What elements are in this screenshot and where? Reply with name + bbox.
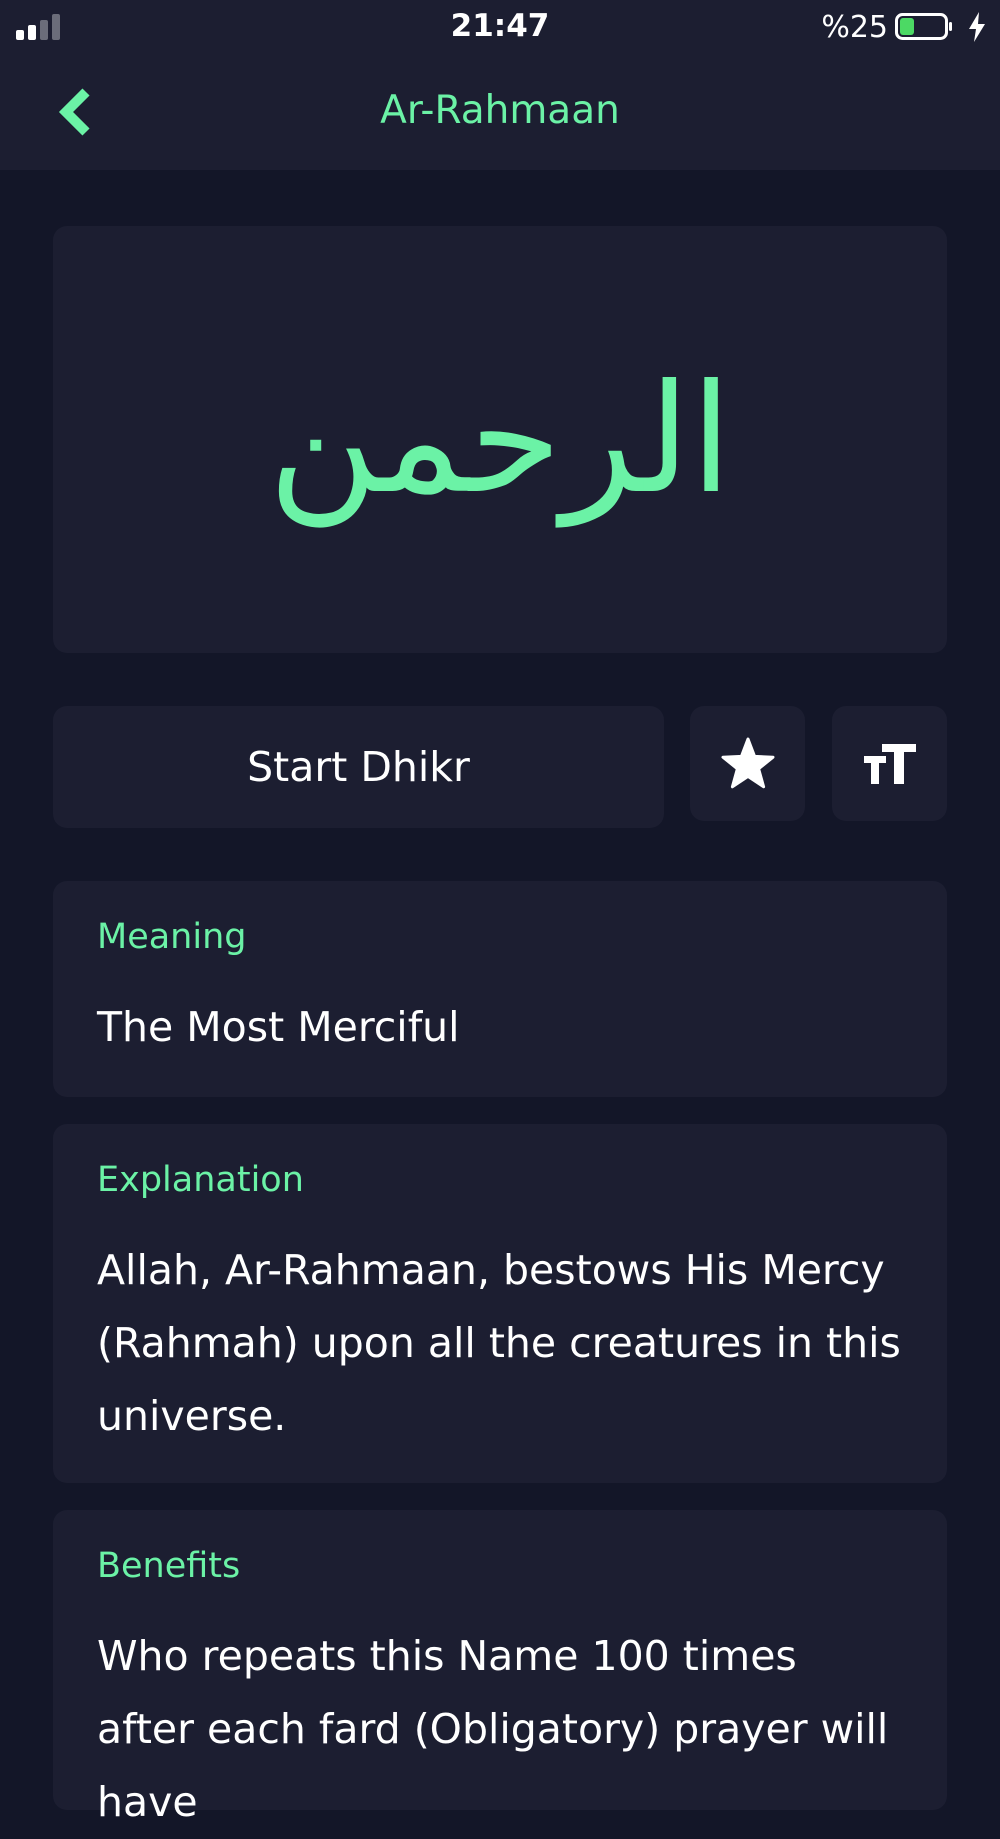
explanation-label: Explanation bbox=[97, 1160, 304, 1200]
benefits-card: Benefits Who repeats this Name 100 times… bbox=[53, 1510, 947, 1826]
explanation-card: Explanation Allah, Ar-Rahmaan, bestows H… bbox=[53, 1124, 947, 1483]
benefits-label: Benefits bbox=[97, 1546, 241, 1586]
meaning-text: The Most Merciful bbox=[97, 1003, 460, 1051]
meaning-label: Meaning bbox=[97, 917, 247, 957]
explanation-text: Allah, Ar-Rahmaan, bestows His Mercy (Ra… bbox=[97, 1246, 901, 1440]
navigation-bar: Ar-Rahmaan bbox=[0, 56, 1000, 170]
benefits-text: Who repeats this Name 100 times after ea… bbox=[97, 1632, 889, 1826]
font-size-button[interactable] bbox=[832, 706, 947, 821]
battery-percentage: %25 bbox=[821, 10, 888, 45]
charging-bolt-icon bbox=[969, 12, 985, 42]
start-dhikr-button[interactable]: Start Dhikr bbox=[53, 706, 664, 828]
text-size-icon bbox=[863, 743, 916, 784]
favorite-button[interactable] bbox=[690, 706, 805, 821]
status-bar: 21:47 %25 bbox=[0, 0, 1000, 56]
arabic-name: الرحمن bbox=[268, 352, 732, 527]
meaning-card: Meaning The Most Merciful bbox=[53, 881, 947, 1097]
star-icon bbox=[721, 737, 774, 788]
battery-icon bbox=[895, 13, 952, 40]
start-dhikr-label: Start Dhikr bbox=[247, 743, 470, 791]
page-title: Ar-Rahmaan bbox=[380, 88, 620, 133]
arabic-name-card: الرحمن bbox=[53, 226, 947, 653]
